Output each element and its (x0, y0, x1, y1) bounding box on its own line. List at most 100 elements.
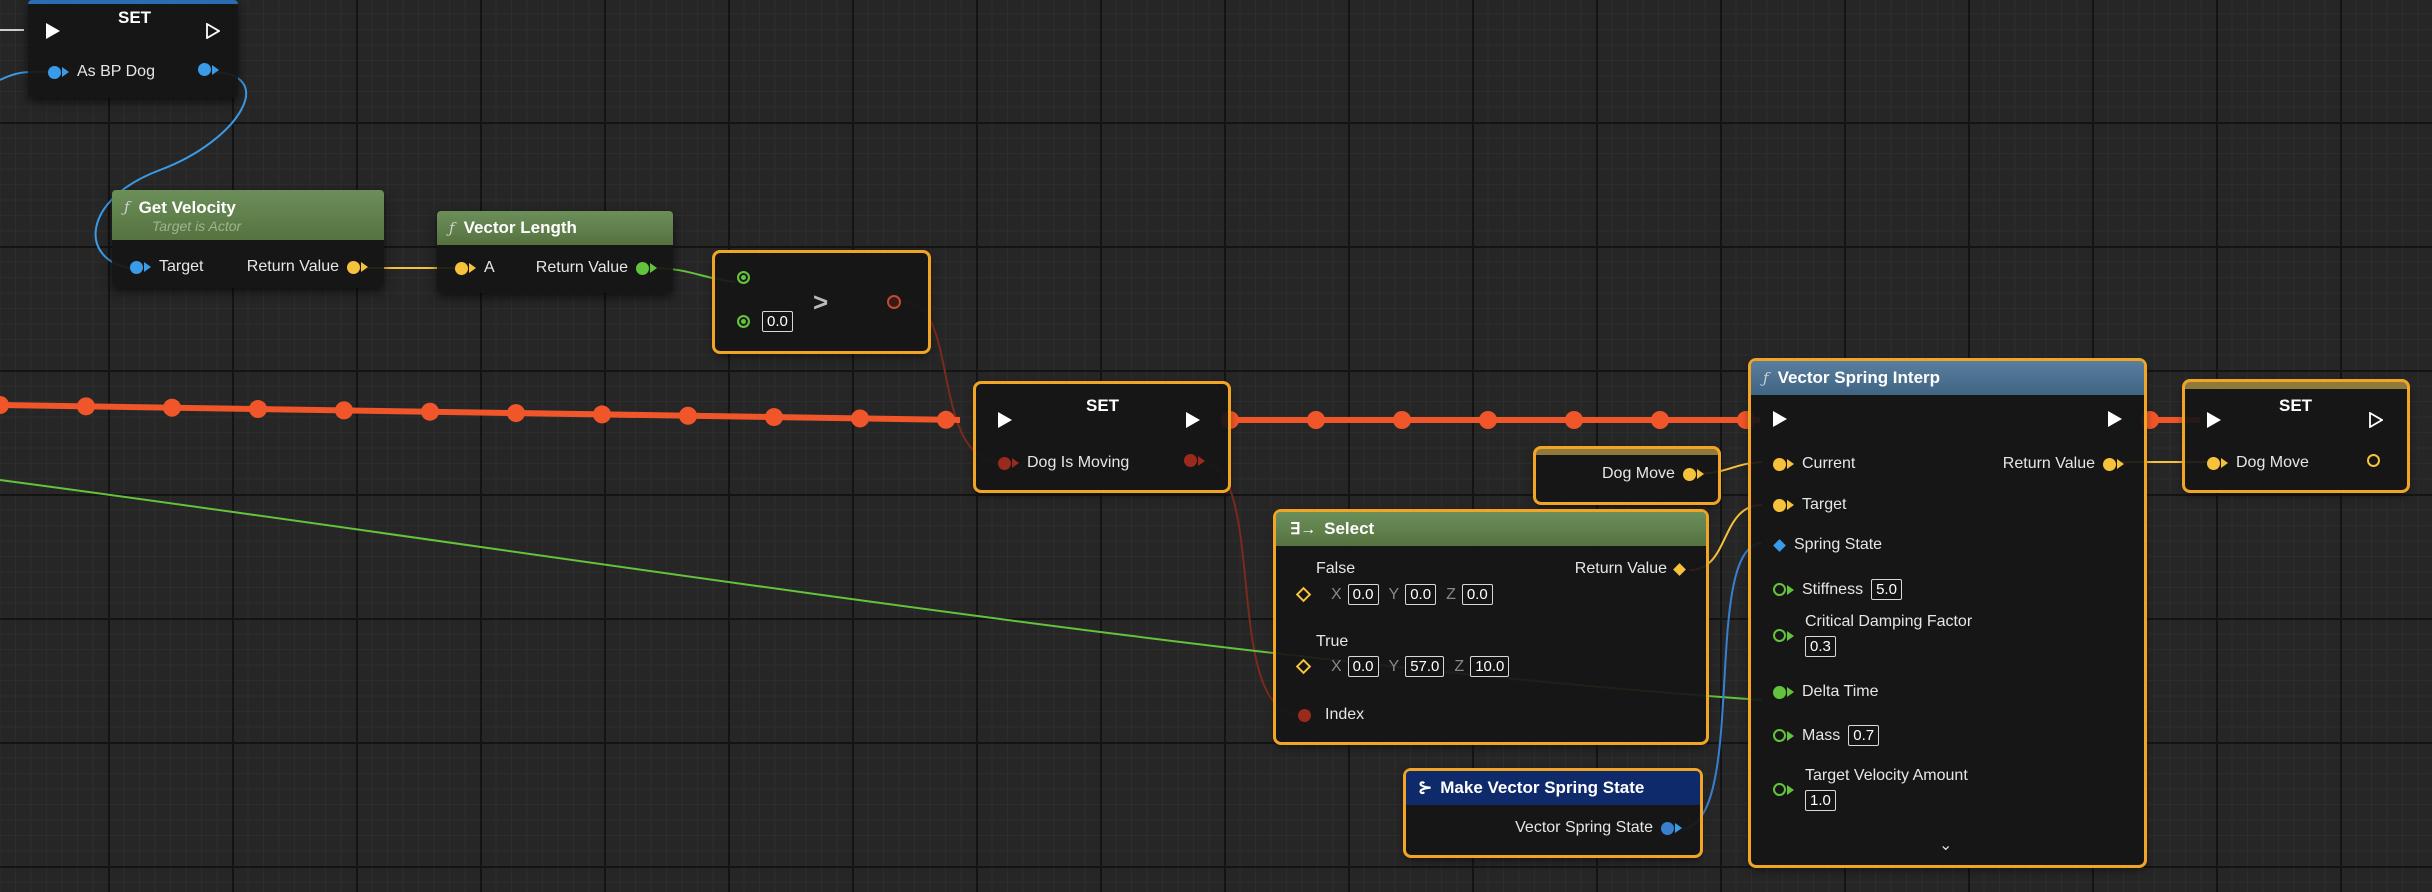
set-bp-dog-node[interactable]: SET As BP Dog (28, 0, 238, 98)
pin-label: Target (159, 258, 204, 275)
pin-label: Return Value (246, 258, 339, 275)
target-pin[interactable] (1773, 498, 1786, 512)
mass-field[interactable]: 0.7 (1848, 725, 1880, 746)
stiffness-field[interactable]: 5.0 (1871, 579, 1902, 600)
exec-wire-dot (163, 398, 181, 417)
exec-out-pin[interactable] (2369, 412, 2383, 428)
set-dog-is-moving-node[interactable]: SET Dog Is Moving (973, 381, 1231, 493)
axis-label: Y (1388, 585, 1400, 603)
a-pin[interactable] (455, 261, 468, 275)
dog-is-moving-out-pin[interactable] (1184, 454, 1197, 467)
pin-label: Stiffness (1802, 580, 1864, 598)
select-node[interactable]: ∃→ Select False X 0.0 Y 0.0 Z 0.0 Return Val… (1273, 509, 1709, 745)
b-pin[interactable] (737, 315, 750, 328)
function-icon: ƒ (124, 198, 130, 216)
tva-field[interactable]: 1.0 (1805, 790, 1836, 811)
return-value-pin[interactable] (636, 261, 649, 275)
false-x-field[interactable]: 0.0 (1347, 584, 1379, 605)
exec-wire-dot (249, 400, 267, 419)
exec-wire-dot (1479, 411, 1497, 429)
result-pin[interactable] (887, 295, 901, 309)
make-vector-spring-state-node[interactable]: ⊱ Make Vector Spring State Vector Spring … (1403, 768, 1703, 858)
exec-wire-dot (765, 408, 783, 427)
pin-label: Delta Time (1802, 683, 1879, 700)
exec-in-pin[interactable] (1773, 411, 1787, 427)
true-pin[interactable] (1295, 658, 1312, 675)
vector-spring-interp-node[interactable]: ƒ Vector Spring Interp Current Return Val… (1748, 358, 2147, 868)
a-pin[interactable] (737, 271, 750, 284)
node-title: Vector Spring Interp (1777, 368, 1941, 387)
get-velocity-node[interactable]: ƒ Get Velocity Target is Actor Target Retu… (112, 190, 384, 288)
exec-out-pin[interactable] (206, 23, 220, 39)
axis-label: X (1331, 657, 1342, 675)
mass-pin[interactable] (1773, 729, 1786, 742)
vector-length-node[interactable]: ƒ Vector Length A Return Value (437, 211, 673, 293)
exec-out-pin[interactable] (2108, 411, 2122, 427)
true-y-field[interactable]: 57.0 (1405, 656, 1445, 677)
exec-in-pin[interactable] (2207, 412, 2221, 428)
greater-than-node[interactable]: 0.0 > (712, 250, 931, 354)
function-icon: ƒ (449, 219, 455, 237)
axis-label: Z (1446, 585, 1456, 603)
node-title: Get Velocity (138, 198, 236, 217)
return-value-pin[interactable] (2103, 457, 2116, 471)
node-title: Make Vector Spring State (1440, 778, 1645, 797)
pin-label: Critical Damping Factor (1805, 613, 1973, 630)
exec-wire-dot (507, 404, 525, 423)
set-dog-move-node[interactable]: SET Dog Move (2182, 379, 2410, 493)
dog-move-getter-node[interactable]: Dog Move (1533, 446, 1721, 505)
dog-move-out-pin[interactable] (1682, 467, 1696, 481)
dog-move-out-pin[interactable] (2367, 454, 2380, 467)
current-pin[interactable] (1773, 457, 1786, 471)
pin-label: True (1316, 633, 1349, 650)
false-z-field[interactable]: 0.0 (1461, 584, 1493, 605)
exec-in-pin[interactable] (998, 412, 1012, 428)
pin-label: Dog Move (1602, 465, 1675, 482)
node-title: Select (1324, 519, 1375, 538)
exec-wire-dot (77, 397, 95, 416)
return-value-pin[interactable] (1673, 562, 1686, 576)
node-subtitle: Target is Actor (152, 218, 242, 234)
return-value-pin[interactable] (347, 260, 360, 274)
exec-wire-dot (421, 402, 439, 421)
false-pin[interactable] (1295, 586, 1312, 603)
select-icon: ∃→ (1290, 521, 1317, 538)
dog-move-in-pin[interactable] (2207, 456, 2220, 470)
spring-state-pin[interactable] (1773, 538, 1786, 552)
node-title: SET (118, 8, 152, 27)
target-velocity-pin[interactable] (1773, 783, 1786, 796)
exec-wire-dot (1565, 411, 1583, 429)
exec-wire-dot (851, 409, 869, 428)
stiffness-pin[interactable] (1773, 583, 1786, 596)
pin-label: Current (1802, 455, 1856, 472)
pin-label: Return Value (2002, 455, 2095, 472)
critical-damping-pin[interactable] (1773, 629, 1786, 642)
pin-label: Dog Move (2236, 454, 2309, 471)
exec-in-pin[interactable] (46, 23, 60, 39)
true-x-field[interactable]: 0.0 (1347, 656, 1379, 677)
target-pin[interactable] (130, 260, 143, 274)
pin-label: Target (1802, 496, 1847, 513)
exec-wire-dot (1393, 411, 1411, 429)
exec-out-pin[interactable] (1186, 412, 1200, 428)
pin-label: Target Velocity Amount (1805, 767, 1968, 784)
spring-state-out-pin[interactable] (1661, 821, 1674, 835)
exec-wire-dot (679, 406, 697, 425)
index-pin[interactable] (1298, 708, 1311, 722)
pin-label: Index (1325, 706, 1365, 723)
delta-time-pin[interactable] (1773, 685, 1786, 699)
node-title: Vector Length (463, 218, 577, 237)
pin-label: As BP Dog (77, 63, 155, 80)
as-bp-dog-in-pin[interactable] (48, 65, 61, 79)
chevron-down-icon[interactable]: ⌄ (1939, 835, 1952, 855)
as-bp-dog-out-pin[interactable] (198, 63, 211, 76)
false-y-field[interactable]: 0.0 (1405, 584, 1437, 605)
pin-label: Return Value (535, 259, 628, 276)
pin-label: Vector Spring State (1515, 819, 1653, 836)
b-value-field[interactable]: 0.0 (762, 311, 793, 332)
true-z-field[interactable]: 10.0 (1470, 656, 1510, 677)
dog-is-moving-in-pin[interactable] (998, 456, 1011, 470)
node-title: SET (2279, 396, 2313, 415)
damping-field[interactable]: 0.3 (1805, 636, 1836, 657)
exec-wire-dot (0, 396, 9, 414)
